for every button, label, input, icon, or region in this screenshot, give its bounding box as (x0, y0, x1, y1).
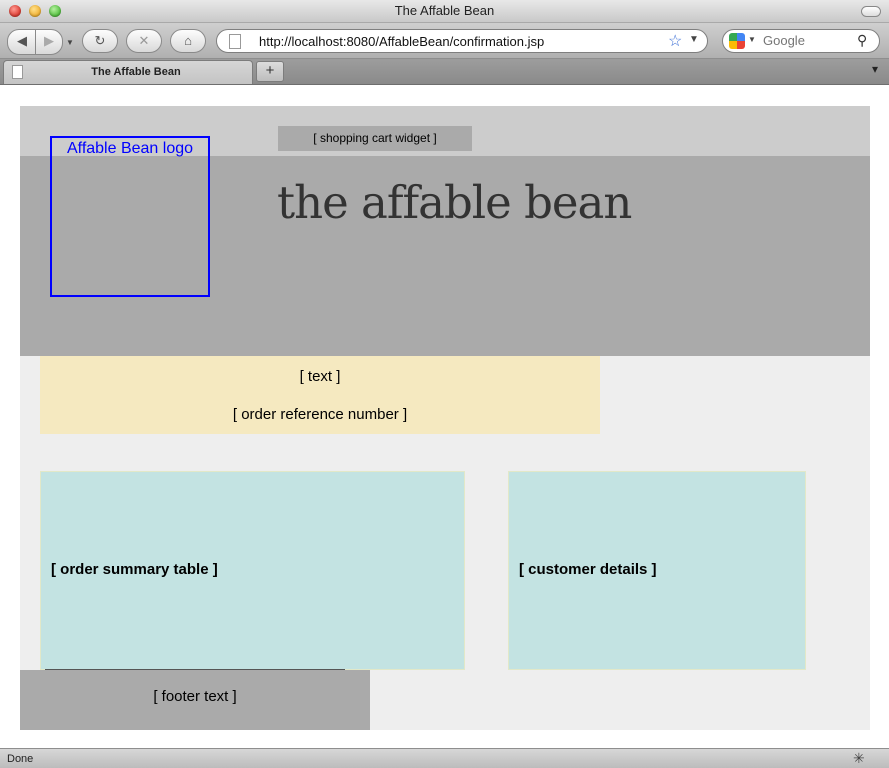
home-icon: ⌂ (184, 33, 192, 48)
footer: [ footer text ] (20, 670, 370, 730)
shopping-cart-widget[interactable]: [ shopping cart widget ] (278, 126, 472, 151)
notice-text: [ text ] (299, 368, 341, 385)
reload-icon: ↻ (94, 33, 106, 48)
tab-label: The Affable Bean (91, 66, 181, 78)
search-engine-dropdown-icon[interactable]: ▼ (748, 35, 756, 44)
new-tab-button[interactable]: + (256, 61, 284, 82)
tab-bar: The Affable Bean + ▾ (0, 59, 889, 85)
history-dropdown-icon[interactable]: ▼ (66, 38, 74, 47)
search-bar: ▼ ⚲ (722, 29, 880, 53)
home-button[interactable]: ⌂ (170, 29, 206, 53)
url-bar[interactable]: http://localhost:8080/AffableBean/confir… (216, 29, 708, 53)
order-summary-label: [ order summary table ] (51, 561, 218, 578)
site-title: the affable bean (277, 176, 632, 229)
tab-the-affable-bean[interactable]: The Affable Bean (3, 60, 253, 84)
order-summary-panel: [ order summary table ] (40, 471, 465, 670)
forward-button[interactable]: ▶ (35, 29, 63, 55)
logo-placeholder[interactable]: Affable Bean logo (50, 136, 210, 297)
order-reference-number: [ order reference number ] (232, 406, 408, 423)
magnifier-icon[interactable]: ⚲ (857, 32, 867, 49)
url-text[interactable]: http://localhost:8080/AffableBean/confir… (259, 34, 544, 49)
confirmation-notice: [ text ] [ order reference number ] (40, 356, 600, 434)
url-dropdown-icon[interactable]: ▼ (689, 34, 699, 45)
forward-arrow-icon: ▶ (44, 33, 54, 48)
window-titlebar: The Affable Bean (0, 0, 889, 23)
browser-toolbar: ◀ ▶ ▼ ↻ ✕ ⌂ http://localhost:8080/Affabl… (0, 23, 889, 59)
search-input[interactable] (763, 33, 853, 48)
activity-icon: ✳ (853, 750, 865, 766)
back-arrow-icon: ◀ (17, 33, 27, 48)
logo-text: Affable Bean logo (66, 140, 194, 157)
reload-button[interactable]: ↻ (82, 29, 118, 53)
google-icon[interactable] (729, 33, 745, 49)
window-title: The Affable Bean (394, 3, 495, 18)
status-bar: Done ✳ (0, 748, 889, 768)
status-text: Done (7, 753, 34, 765)
stop-button[interactable]: ✕ (126, 29, 162, 53)
stop-icon: ✕ (138, 33, 150, 48)
customer-details-label: [ customer details ] (519, 561, 657, 578)
star-icon[interactable]: ☆ (668, 31, 682, 51)
tab-list-icon[interactable]: ▾ (864, 62, 886, 80)
back-button[interactable]: ◀ (7, 29, 37, 55)
toolbar-toggle-button[interactable] (861, 6, 881, 17)
page-icon (229, 34, 241, 49)
footer-divider (45, 669, 345, 670)
customer-details-panel: [ customer details ] (508, 471, 806, 670)
footer-text: [ footer text ] (153, 688, 237, 705)
